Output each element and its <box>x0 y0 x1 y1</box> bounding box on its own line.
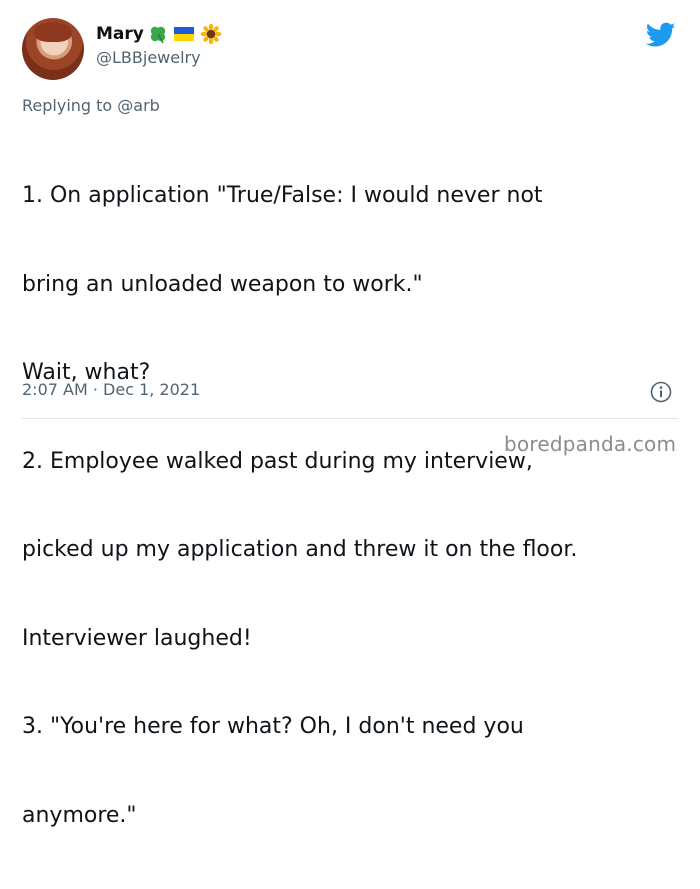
tweet-line: 3. "You're here for what? Oh, I don't ne… <box>22 714 524 739</box>
avatar[interactable] <box>22 18 84 80</box>
tweet-timestamp[interactable]: 2:07 AM · Dec 1, 2021 <box>22 380 200 399</box>
tweet-line: 1. On application "True/False: I would n… <box>22 183 543 208</box>
four-leaf-clover-icon <box>150 26 166 44</box>
tweet-line: anymore." <box>22 802 137 828</box>
reply-context: Replying to @arb <box>22 96 160 115</box>
divider <box>22 418 678 419</box>
info-icon[interactable] <box>650 381 672 403</box>
reply-mention-link[interactable]: @arb <box>117 96 160 115</box>
ukraine-flag-icon <box>173 27 194 41</box>
sunflower-icon <box>200 23 222 45</box>
tweet-line: bring an unloaded weapon to work." <box>22 271 423 297</box>
author-name-row: Mary <box>96 22 222 46</box>
author-block: Mary @LBBjewelry <box>96 22 222 67</box>
reply-prefix: Replying to <box>22 96 118 115</box>
tweet-line: Interviewer laughed! <box>22 625 252 651</box>
watermark: boredpanda.com <box>504 432 677 456</box>
tweet-text: 1. On application "True/False: I would n… <box>22 122 662 889</box>
author-handle[interactable]: @LBBjewelry <box>96 48 222 67</box>
author-display-name[interactable]: Mary <box>96 24 144 44</box>
tweet-card: Mary @LBBjewelry Replying to @arb 1. On … <box>0 0 700 828</box>
tweet-line: picked up my application and threw it on… <box>22 537 578 562</box>
twitter-bird-icon[interactable] <box>646 22 676 48</box>
